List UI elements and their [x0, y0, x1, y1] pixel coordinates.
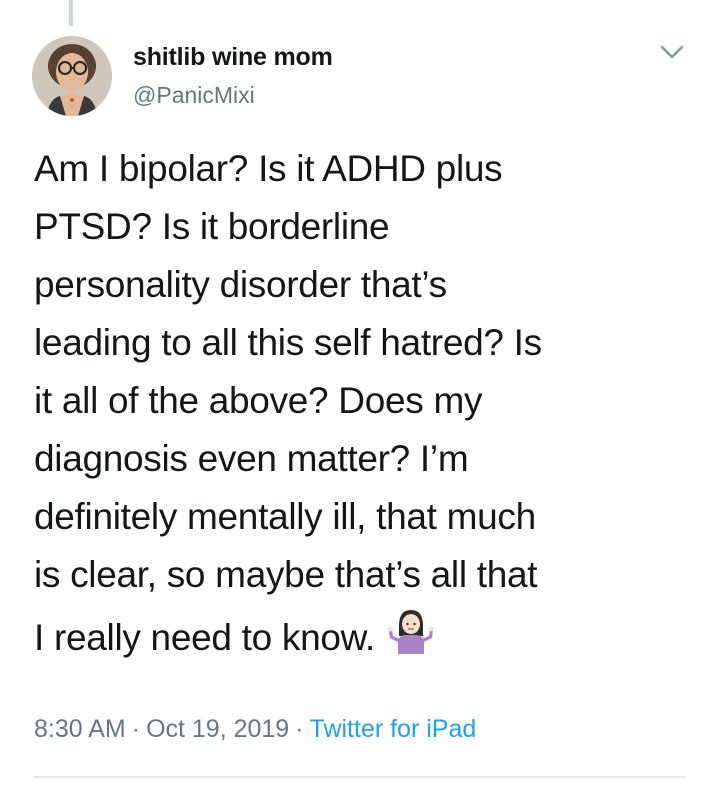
avatar[interactable] [32, 36, 112, 116]
tweet-text-line: is clear, so maybe that’s all that [34, 554, 538, 595]
author-names: shitlib wine mom @PanicMixi [133, 42, 333, 110]
tweet-meta: 8:30 AM · Oct 19, 2019 · Twitter for iPad [34, 712, 476, 746]
person-shrugging-emoji [385, 604, 437, 656]
display-name[interactable]: shitlib wine mom [133, 42, 333, 72]
tweet-text-line: Am I bipolar? Is it ADHD plus [34, 148, 503, 189]
meta-separator: · [131, 715, 141, 743]
tweet-text-last-line: I really need to know. [34, 604, 694, 667]
tweet-text-line: personality disorder that’s [34, 264, 447, 305]
chevron-down-icon[interactable] [658, 42, 686, 62]
handle[interactable]: @PanicMixi [133, 80, 333, 110]
tweet-time[interactable]: 8:30 AM [34, 715, 126, 743]
tweet-text-line: leading to all this self hatred? Is [34, 322, 542, 363]
thread-connector-line [69, 0, 73, 26]
tweet-text-line: definitely mentally ill, that much [34, 496, 536, 537]
tweet-text-line: PTSD? Is it borderline [34, 206, 390, 247]
tweet-date[interactable]: Oct 19, 2019 [146, 715, 289, 743]
meta-separator: · [295, 715, 304, 743]
divider [34, 776, 685, 778]
tweet-text-line: diagnosis even matter? I’m [34, 438, 469, 479]
tweet-text: Am I bipolar? Is it ADHD plus PTSD? Is i… [34, 140, 694, 667]
tweet: shitlib wine mom @PanicMixi Am I bipolar… [0, 0, 719, 785]
tweet-text-line: I really need to know. [34, 617, 375, 658]
avatar-image [32, 36, 112, 116]
tweet-text-line: it all of the above? Does my [34, 380, 483, 421]
tweet-source-link[interactable]: Twitter for iPad [310, 715, 477, 743]
